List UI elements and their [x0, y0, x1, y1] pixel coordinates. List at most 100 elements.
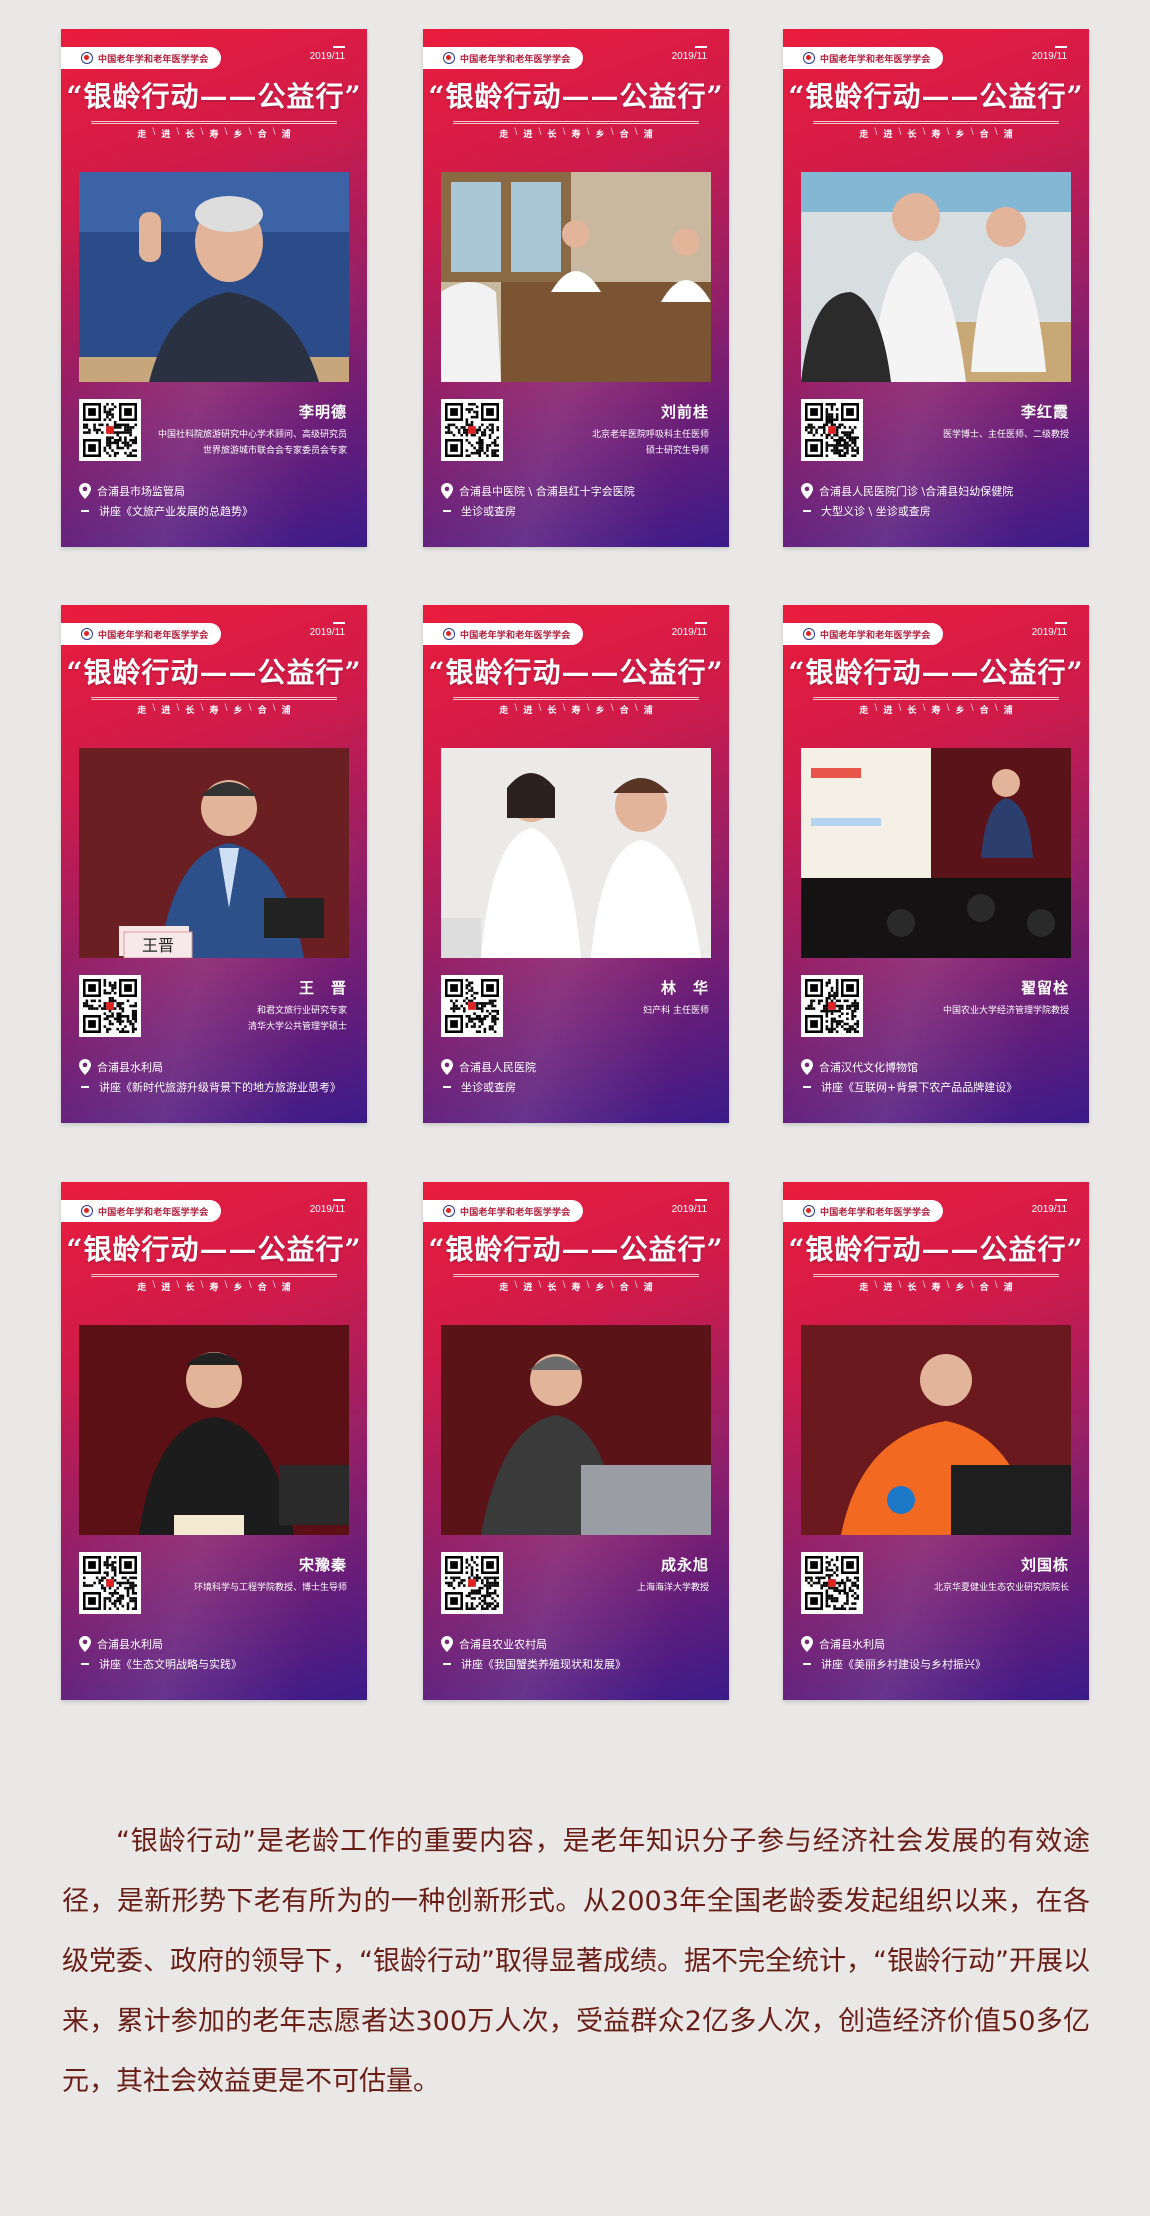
activity-text: 讲座《互联网+背景下农产品品牌建设》 — [821, 1081, 1018, 1094]
location-pin-icon — [441, 1059, 453, 1075]
org-logo-icon — [81, 52, 93, 64]
poster-headline: “银龄行动——公益行” — [428, 80, 724, 113]
divider — [91, 1276, 337, 1277]
slogan-separator: \ — [994, 127, 998, 137]
poster-slogan: 走 \ 进 \ 长 \ 寿 \ 乡 \ 合 \ 浦 — [61, 703, 367, 716]
slogan-separator: \ — [946, 703, 950, 713]
slogan-char: 长 — [907, 130, 917, 140]
poster-headline: “银龄行动——公益行” — [788, 656, 1084, 689]
slogan-separator: \ — [994, 703, 998, 713]
speaker-name: 林 华 — [660, 979, 709, 997]
slogan-separator: \ — [514, 127, 518, 137]
slogan-char: 浦 — [1003, 706, 1013, 716]
location-pin-icon — [801, 483, 813, 499]
slogan-char: 长 — [185, 1283, 195, 1293]
slogan-char: 进 — [523, 130, 533, 140]
poster-card: 中国老年学和老年医学学会 2019/11 “银龄行动——公益行” 走 \ 进 \ 长 \ 寿… — [783, 1182, 1089, 1700]
qr-code[interactable] — [441, 1552, 503, 1614]
org-logo-icon — [81, 628, 93, 640]
slogan-char: 进 — [883, 1283, 893, 1293]
slogan-char: 进 — [883, 706, 893, 716]
slogan-separator: \ — [634, 1280, 638, 1290]
slogan-separator: \ — [994, 1280, 998, 1290]
speaker-name: 刘国栋 — [1020, 1556, 1069, 1574]
divider — [453, 1276, 699, 1277]
photo-scene — [79, 1325, 349, 1535]
venue: 合浦县人民医院门诊 \合浦县妇幼保健院 — [801, 483, 1013, 499]
slogan-char: 浦 — [643, 130, 653, 140]
speaker-titles: 医学博士、主任医师、二级教授 — [869, 427, 1069, 443]
slogan-char: 浦 — [281, 1283, 291, 1293]
slogan-char: 浦 — [281, 706, 291, 716]
poster-date: 2019/11 — [1031, 1199, 1068, 1215]
slogan-separator: \ — [970, 127, 974, 137]
slogan-char: 乡 — [233, 1283, 243, 1293]
speaker-photo: 王晋 — [79, 748, 349, 958]
speaker-photo — [79, 172, 349, 382]
qr-pattern — [805, 403, 859, 457]
org-badge: 中国老年学和老年医学学会 — [783, 47, 943, 69]
slogan-separator: \ — [562, 1280, 566, 1290]
org-name: 中国老年学和老年医学学会 — [98, 54, 209, 65]
speaker-titles: 和君文旅行业研究专家 清华大学公共管理学硕士 — [147, 1003, 347, 1035]
activity: 讲座《我国蟹类养殖现状和发展》 — [443, 1656, 626, 1672]
slogan-char: 合 — [619, 1283, 629, 1293]
slogan-char: 合 — [257, 706, 267, 716]
venue: 合浦县水利局 — [79, 1636, 163, 1652]
slogan-separator: \ — [970, 1280, 974, 1290]
activity-text: 坐诊或查房 — [461, 1081, 516, 1094]
org-logo-icon — [443, 1205, 455, 1217]
slogan-separator: \ — [610, 1280, 614, 1290]
poster-slogan: 走 \ 进 \ 长 \ 寿 \ 乡 \ 合 \ 浦 — [61, 127, 367, 140]
slogan-separator: \ — [514, 1280, 518, 1290]
activity-text: 大型义诊 \ 坐诊或查房 — [821, 505, 931, 518]
speaker-name: 李明德 — [298, 403, 347, 421]
speaker-titles: 北京老年医院呼吸科主任医师 硕士研究生导师 — [509, 427, 709, 459]
speaker-photo — [801, 748, 1071, 958]
activity: 坐诊或查房 — [443, 503, 516, 519]
speaker-title-line: 妇产科 主任医师 — [643, 1006, 709, 1016]
qr-code[interactable] — [801, 1552, 863, 1614]
slogan-separator: \ — [946, 1280, 950, 1290]
dash-icon — [443, 1086, 451, 1088]
activity: 讲座《互联网+背景下农产品品牌建设》 — [803, 1079, 1017, 1095]
poster-date: 2019/11 — [671, 622, 708, 638]
venue-text: 合浦县人民医院 — [459, 1061, 536, 1074]
qr-code[interactable] — [79, 399, 141, 461]
dash-icon — [803, 1086, 811, 1088]
qr-code[interactable] — [441, 399, 503, 461]
speaker-name: 成永旭 — [660, 1556, 709, 1574]
photo-scene — [79, 172, 349, 382]
divider — [91, 121, 337, 122]
divider — [453, 1274, 699, 1275]
divider — [91, 699, 337, 700]
location-pin-icon — [441, 1636, 453, 1652]
slogan-char: 走 — [137, 1283, 147, 1293]
slogan-separator: \ — [898, 127, 902, 137]
slogan-separator: \ — [634, 703, 638, 713]
slogan-char: 进 — [523, 1283, 533, 1293]
org-name: 中国老年学和老年医学学会 — [98, 630, 209, 641]
qr-code[interactable] — [79, 975, 141, 1037]
org-badge: 中国老年学和老年医学学会 — [423, 1200, 583, 1222]
slogan-separator: \ — [922, 127, 926, 137]
qr-pattern — [83, 403, 137, 457]
slogan-char: 进 — [883, 130, 893, 140]
dash-icon — [803, 510, 811, 512]
poster-date: 2019/11 — [309, 622, 346, 638]
speaker-title-line: 清华大学公共管理学硕士 — [247, 1022, 347, 1032]
qr-code[interactable] — [441, 975, 503, 1037]
qr-code[interactable] — [801, 975, 863, 1037]
qr-code[interactable] — [79, 1552, 141, 1614]
divider — [91, 123, 337, 124]
slogan-separator: \ — [248, 1280, 252, 1290]
venue: 合浦县中医院 \ 合浦县红十字会医院 — [441, 483, 635, 499]
org-name: 中国老年学和老年医学学会 — [98, 1207, 209, 1218]
qr-code[interactable] — [801, 399, 863, 461]
qr-pattern — [805, 1556, 859, 1610]
poster-headline: “银龄行动——公益行” — [66, 656, 362, 689]
speaker-title-line: 中国社科院旅游研究中心学术顾问、高级研究员 — [157, 430, 347, 440]
poster-card: 中国老年学和老年医学学会 2019/11 “银龄行动——公益行” 走 \ 进 \ 长 \ 寿… — [61, 605, 367, 1123]
speaker-photo — [441, 748, 711, 958]
slogan-separator: \ — [970, 703, 974, 713]
